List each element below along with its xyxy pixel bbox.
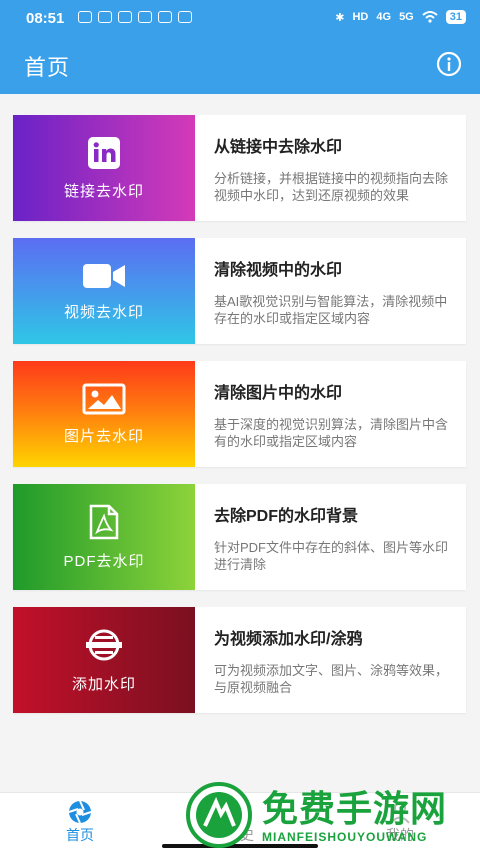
notification-icon bbox=[158, 11, 172, 23]
feature-title: 清除视频中的水印 bbox=[214, 262, 343, 279]
notification-icon bbox=[138, 11, 152, 23]
notification-icon bbox=[178, 11, 192, 23]
network-4g: 4G bbox=[376, 11, 392, 23]
battery-indicator: 31 bbox=[445, 10, 466, 24]
feature-title: 清除图片中的水印 bbox=[214, 385, 343, 402]
feature-card-pdf[interactable]: PDF去水印 去除PDF的水印背景 针对PDF文件中存在的斜体、图片等水印进行清… bbox=[13, 484, 466, 590]
notification-icon bbox=[78, 11, 92, 23]
feature-title: 去除PDF的水印背景 bbox=[214, 508, 359, 525]
feature-thumb: 视频去水印 bbox=[13, 238, 195, 344]
notification-icons bbox=[78, 11, 192, 23]
info-icon[interactable] bbox=[436, 51, 462, 77]
status-time: 08:51 bbox=[26, 10, 65, 27]
notification-icon bbox=[118, 11, 132, 23]
feature-title: 从链接中去除水印 bbox=[214, 139, 343, 156]
linkedin-icon bbox=[88, 136, 120, 169]
feature-description: 可为视频添加文字、图片、涂鸦等效果，与原视频融合 bbox=[214, 663, 449, 695]
feature-label: 视频去水印 bbox=[63, 303, 144, 321]
feature-text: 从链接中去除水印 分析链接，并根据链接中的视频指向去除视频中水印，达到还原视频的… bbox=[214, 133, 452, 204]
pdf-icon bbox=[89, 504, 119, 539]
feature-description: 针对PDF文件中存在的斜体、图片等水印进行清除 bbox=[214, 540, 449, 572]
bluetooth-icon: ✱ bbox=[335, 11, 345, 24]
feature-card-link[interactable]: 链接去水印 从链接中去除水印 分析链接，并根据链接中的视频指向去除视频中水印，达… bbox=[13, 115, 466, 221]
app-bar: 首页 bbox=[0, 36, 480, 94]
feature-text: 清除图片中的水印 基于深度的视觉识别算法，清除图片中含有的水印或指定区域内容 bbox=[214, 379, 452, 450]
feature-card-image[interactable]: 图片去水印 清除图片中的水印 基于深度的视觉识别算法，清除图片中含有的水印或指定… bbox=[13, 361, 466, 467]
site-watermark: 免费手游网 MIANFEISHOUYOUWANG bbox=[180, 778, 480, 853]
feature-thumb: 链接去水印 bbox=[13, 115, 195, 221]
wifi-icon bbox=[422, 11, 438, 23]
status-bar: 08:51 ✱ HD 4G 5G 31 bbox=[0, 0, 480, 36]
watermark-text-cn: 免费手游网 bbox=[262, 788, 448, 829]
feature-thumb: 添加水印 bbox=[13, 607, 195, 713]
feature-text: 去除PDF的水印背景 针对PDF文件中存在的斜体、图片等水印进行清除 bbox=[214, 502, 452, 573]
feature-description: 分析链接，并根据链接中的视频指向去除视频中水印，达到还原视频的效果 bbox=[214, 171, 449, 203]
feature-card-video[interactable]: 视频去水印 清除视频中的水印 基AI歌视觉识别与智能算法，清除视频中存在的水印或… bbox=[13, 238, 466, 344]
feature-label: 图片去水印 bbox=[63, 427, 144, 445]
watermark-stamp-icon bbox=[86, 629, 122, 660]
feature-text: 清除视频中的水印 基AI歌视觉识别与智能算法，清除视频中存在的水印或指定区域内容 bbox=[214, 256, 452, 327]
image-icon bbox=[82, 383, 126, 414]
feature-label: 链接去水印 bbox=[63, 182, 144, 200]
feature-label: 添加水印 bbox=[71, 675, 136, 693]
feature-card-add-watermark[interactable]: 添加水印 为视频添加水印/涂鸦 可为视频添加文字、图片、涂鸦等效果，与原视频融合 bbox=[13, 607, 466, 713]
network-hd: HD bbox=[352, 11, 369, 23]
feature-description: 基AI歌视觉识别与智能算法，清除视频中存在的水印或指定区域内容 bbox=[214, 294, 448, 326]
status-right: ✱ HD 4G 5G 31 bbox=[335, 10, 466, 24]
feature-thumb: PDF去水印 bbox=[13, 484, 195, 590]
site-logo-icon bbox=[186, 782, 252, 848]
shutter-icon bbox=[68, 800, 92, 824]
feature-label: PDF去水印 bbox=[63, 552, 145, 570]
feature-title: 为视频添加水印/涂鸦 bbox=[214, 631, 363, 648]
nav-home-label: 首页 bbox=[66, 827, 94, 843]
page-title: 首页 bbox=[24, 55, 71, 80]
video-camera-icon bbox=[83, 263, 125, 288]
feature-description: 基于深度的视觉识别算法，清除图片中含有的水印或指定区域内容 bbox=[214, 417, 449, 449]
network-5g: 5G bbox=[399, 11, 414, 23]
feature-text: 为视频添加水印/涂鸦 可为视频添加文字、图片、涂鸦等效果，与原视频融合 bbox=[214, 625, 452, 696]
feature-list: 链接去水印 从链接中去除水印 分析链接，并根据链接中的视频指向去除视频中水印，达… bbox=[13, 115, 466, 730]
feature-thumb: 图片去水印 bbox=[13, 361, 195, 467]
watermark-text-en: MIANFEISHOUYOUWANG bbox=[262, 830, 428, 844]
notification-icon bbox=[98, 11, 112, 23]
nav-home[interactable]: 首页 bbox=[30, 799, 130, 845]
